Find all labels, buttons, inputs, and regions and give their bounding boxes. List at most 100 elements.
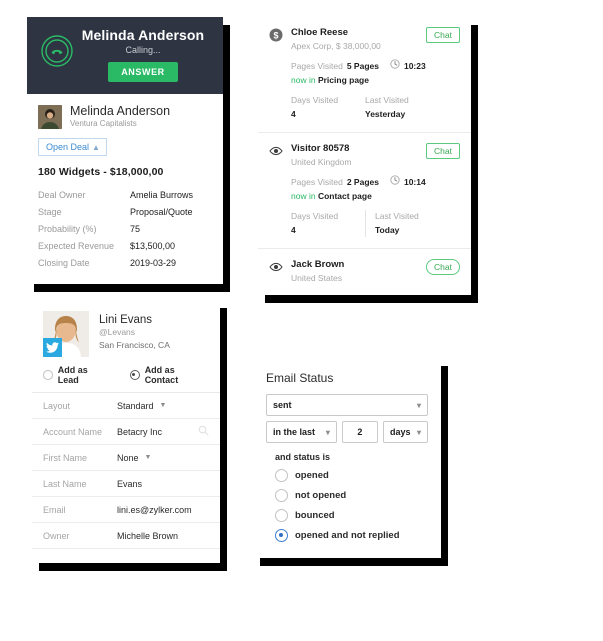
status-option-opened[interactable]: opened [275,469,428,482]
clock-icon [390,59,400,73]
field-value: Proposal/Quote [130,207,193,217]
field-label: Expected Revenue [38,241,115,251]
contact-avatar [38,104,62,129]
call-deal-card: Melinda Anderson Calling... ANSWER Melin… [27,17,223,284]
field-label: First Name [43,452,88,463]
chat-button[interactable]: Chat [426,259,460,275]
profile-location: San Francisco, CA [99,340,170,350]
visitor-meta: United States [291,273,343,283]
visitor-meta: United Kingdom [291,157,352,167]
and-status-is-label: and status is [275,452,331,462]
chat-button[interactable]: Chat [426,143,460,159]
layout-value: Standard [117,400,154,411]
first-name-value: None [117,452,139,463]
answer-button[interactable]: ANSWER [108,62,178,82]
days-visited-label: Days Visited [291,95,339,105]
radio-circle-selected-icon [129,370,140,380]
days-visited-value: 4 [291,225,296,235]
current-page: Contact page [317,191,372,201]
add-as-contact-label: Add as Contact [144,365,179,385]
twitter-icon [43,338,62,357]
range-number-value: 2 [357,427,363,437]
profile-handle: @Levans [99,327,136,337]
time-unit-value: days [389,427,411,437]
open-deal-label: Open Deal [46,142,90,152]
field-value: Amelia Burrows [130,190,194,200]
eye-icon [269,144,283,158]
card-bottom-spacer [32,549,220,563]
visitor-row[interactable]: $ Chloe Reese Apex Corp, $ 38,000,00 Cha… [258,17,471,132]
last-name-value: Evans [117,478,143,489]
status-option-not-opened[interactable]: not opened [275,489,428,502]
visitor-name: Visitor 80578 [291,143,350,154]
pages-visited-value: 2 Pages [346,176,379,187]
form-row-owner[interactable]: Owner Michelle Brown [32,523,220,549]
add-as-lead-radio[interactable]: Add as Lead [43,365,110,385]
chevron-down-icon: ▾ [416,427,421,437]
status-option-label: bounced [295,510,335,521]
radio-circle-icon [43,370,53,380]
form-row-layout[interactable]: Layout Standard ▼ [32,393,220,419]
field-value[interactable]: Standard ▼ [117,401,209,411]
pages-visited-label: Pages Visited [291,176,343,187]
field-label: Deal Owner [38,190,86,200]
chevron-down-icon: ▼ [144,454,152,461]
range-number-input[interactable]: 2 [341,421,378,443]
caller-name: Melinda Anderson [81,27,205,43]
now-in-label: now in [291,191,316,201]
email-status-value: sent [273,400,292,410]
field-label: Owner [43,530,70,541]
add-as-contact-radio[interactable]: Add as Contact [129,365,209,385]
field-value[interactable]: None ▼ [117,453,209,463]
visitor-row[interactable]: Jack Brown United States Chat [258,248,471,295]
chat-button[interactable]: Chat [426,27,460,43]
search-icon[interactable] [198,425,209,438]
chevron-down-icon: ▾ [325,427,330,437]
deal-fields: Deal Owner Amelia Burrows Stage Proposal… [38,187,212,272]
eye-icon [269,260,283,274]
time-range-value: in the last [273,427,316,437]
deal-field-row: Deal Owner Amelia Burrows [38,187,212,204]
chevron-down-icon: ▾ [416,400,421,410]
visitor-meta: Apex Corp, $ 38,000,00 [291,41,381,51]
last-visited-label: Last Visited [365,95,409,105]
form-row-email[interactable]: Email lini.es@zylker.com [32,497,220,523]
form-row-first-name[interactable]: First Name None ▼ [32,445,220,471]
field-value: 2019-03-29 [130,258,177,268]
days-visited-value: 4 [291,109,296,119]
field-value: 75 [130,224,141,234]
social-lead-card: Lini Evans @Levans San Francisco, CA Add… [32,300,220,563]
deal-field-row: Probability (%) 75 [38,221,212,238]
time-unit-select[interactable]: days ▾ [382,421,428,443]
current-page: Pricing page [317,75,369,85]
chevron-up-icon: ▲ [92,143,100,152]
field-label: Layout [43,400,71,411]
status-option-opened-not-replied[interactable]: opened and not replied [275,529,428,542]
radio-circle-selected-icon [275,529,288,542]
email-status-select[interactable]: sent ▾ [266,394,428,416]
form-row-account-name[interactable]: Account Name Betacry Inc [32,419,220,445]
visitor-name: Jack Brown [291,259,345,270]
last-visited-label: Last Visited [375,211,419,221]
profile-name: Lini Evans [99,314,153,326]
radio-circle-icon [275,489,288,502]
field-value: $13,500,00 [130,241,176,251]
contact-company: Ventura Capitalists [70,119,137,128]
status-option-bounced[interactable]: bounced [275,509,428,522]
field-label: Email [43,504,66,515]
open-deal-toggle[interactable]: Open Deal ▲ [38,138,107,156]
time-range-select[interactable]: in the last ▾ [266,421,337,443]
days-visited-label: Days Visited [291,211,339,221]
last-visited-value: Yesterday [365,109,406,119]
deal-field-row: Closing Date 2019-03-29 [38,255,212,272]
visit-time: 10:14 [403,176,426,187]
call-status: Calling... [125,45,161,55]
form-row-last-name[interactable]: Last Name Evans [32,471,220,497]
visitor-row[interactable]: Visitor 80578 United Kingdom Chat Pages … [258,132,471,248]
radio-circle-icon [275,469,288,482]
now-in-label: now in [291,75,316,85]
field-value[interactable]: Betacry Inc [117,425,209,438]
field-label: Account Name [43,426,103,437]
live-visitors-card: $ Chloe Reese Apex Corp, $ 38,000,00 Cha… [258,17,471,295]
status-option-label: not opened [295,490,347,501]
